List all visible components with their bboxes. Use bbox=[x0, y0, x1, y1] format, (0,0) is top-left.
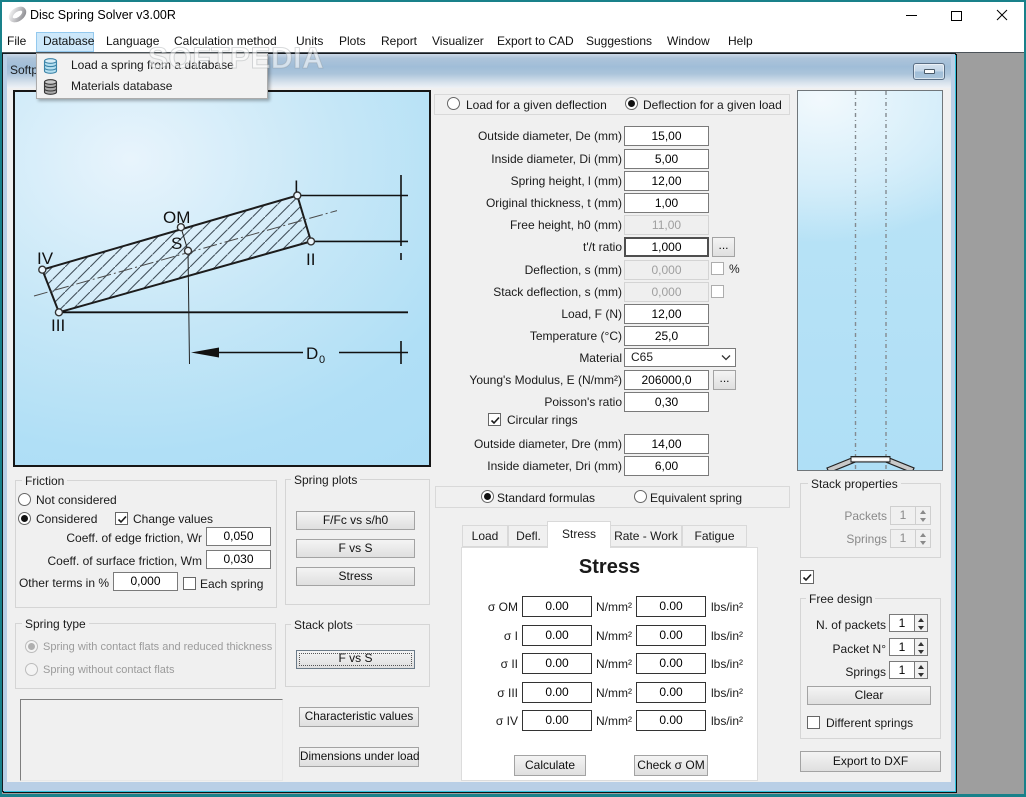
svg-text:II: II bbox=[306, 250, 315, 269]
svg-text:III: III bbox=[51, 316, 65, 335]
svg-text:D: D bbox=[306, 344, 318, 363]
svg-text:0: 0 bbox=[319, 354, 325, 366]
svg-text:IV: IV bbox=[37, 249, 54, 268]
svg-text:I: I bbox=[294, 177, 299, 196]
svg-text:OM: OM bbox=[163, 208, 190, 227]
svg-text:S: S bbox=[171, 234, 182, 253]
